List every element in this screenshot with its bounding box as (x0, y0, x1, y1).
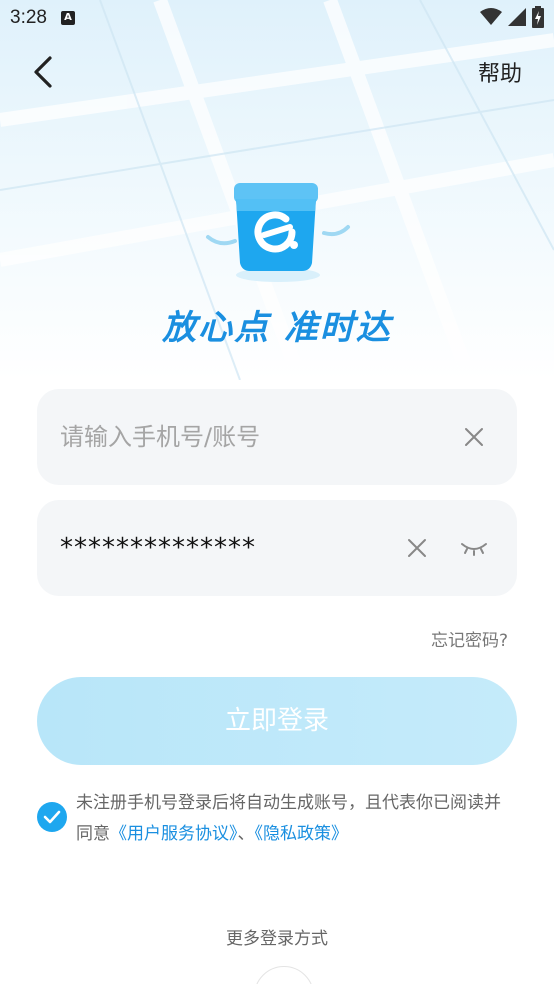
user-agreement-link[interactable]: 《用户服务协议》 (110, 824, 238, 844)
phone-input[interactable]: 请输入手机号/账号 (60, 389, 260, 485)
back-icon[interactable] (28, 52, 60, 92)
agreement-checkbox[interactable] (37, 802, 67, 832)
notification-icon: A (60, 11, 75, 25)
more-login-label: 更多登录方式 (226, 929, 328, 949)
password-input[interactable]: ************** (60, 500, 256, 596)
eye-closed-icon[interactable] (460, 540, 488, 556)
privacy-policy-link[interactable]: 《隐私政策》 (255, 824, 349, 844)
agreement-text: 未注册手机号登录后将自动生成账号，且代表你已阅读并同意《用户服务协议》、《隐私政… (76, 788, 516, 850)
agreement-separator: 、 (237, 824, 255, 844)
status-icons (480, 6, 544, 28)
clear-icon[interactable] (406, 537, 428, 559)
more-login-option[interactable] (254, 966, 314, 984)
phone-field[interactable]: 请输入手机号/账号 (37, 389, 517, 485)
signal-icon (508, 8, 526, 26)
battery-icon (532, 6, 544, 28)
help-button[interactable]: 帮助 (478, 56, 522, 88)
wifi-icon (480, 8, 502, 25)
status-time: 3:28 (10, 7, 47, 28)
clear-icon[interactable] (463, 426, 485, 448)
brand-slogan: 放心点 准时达 (162, 308, 392, 348)
password-field[interactable]: ************** (37, 500, 517, 596)
forgot-password-link[interactable]: 忘记密码? (431, 626, 508, 651)
login-button[interactable]: 立即登录 (37, 677, 517, 765)
status-bar: 3:28 A (0, 0, 554, 36)
app-logo (200, 175, 356, 285)
